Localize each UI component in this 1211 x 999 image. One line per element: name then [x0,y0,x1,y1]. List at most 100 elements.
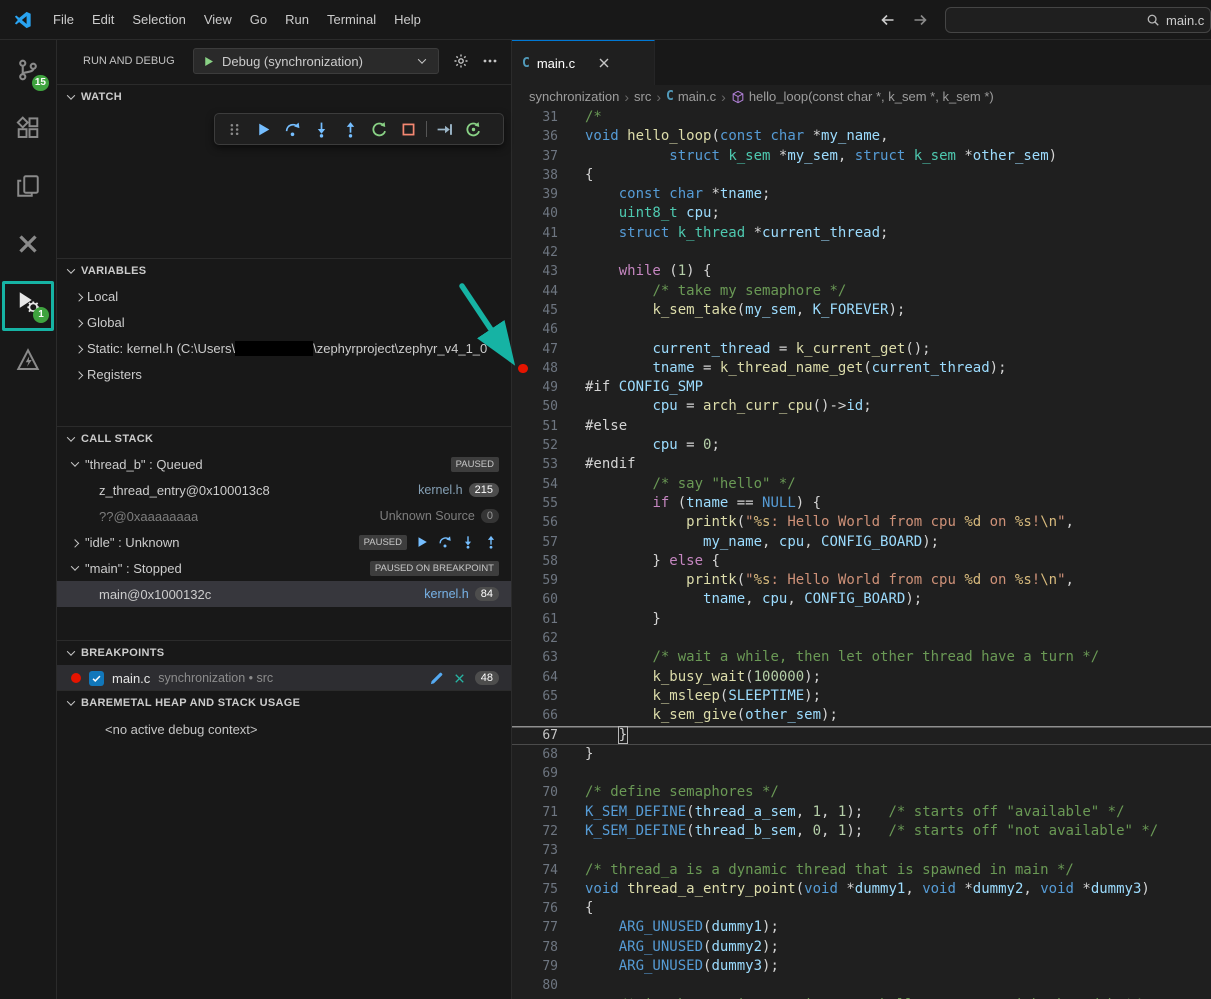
activity-embedded-tools[interactable] [0,335,56,385]
remove-breakpoint-button[interactable] [452,671,467,686]
arrow-right-icon[interactable] [912,12,928,28]
code-line-67[interactable]: 67 } [512,726,1211,745]
code-line-70[interactable]: 70/* define semaphores */ [512,783,1211,802]
activity-source-control[interactable]: 15 [0,45,56,95]
call-stack-frame[interactable]: main@0x1000132ckernel.h84 [57,581,511,607]
call-stack-thread[interactable]: "main" : StoppedPAUSED ON BREAKPOINT [57,555,511,581]
code-line-64[interactable]: 64 k_busy_wait(100000); [512,668,1211,687]
code-line-52[interactable]: 52 cpu = 0; [512,436,1211,455]
breadcrumb-item-4[interactable]: hello_loop(const char *, k_sem *, k_sem … [731,89,994,104]
call-stack-thread[interactable]: "thread_b" : QueuedPAUSED [57,451,511,477]
code-line-31[interactable]: 31/* [512,108,1211,127]
code-line-72[interactable]: 72K_SEM_DEFINE(thread_b_sem, 0, 1); /* s… [512,822,1211,841]
code-line-60[interactable]: 60 tname, cpu, CONFIG_BOARD); [512,590,1211,609]
code-line-75[interactable]: 75void thread_a_entry_point(void *dummy1… [512,880,1211,899]
activity-copy-tool[interactable] [0,161,56,211]
breadcrumb-item-3[interactable]: Cmain.c [666,89,716,104]
step-into-button[interactable] [307,116,336,142]
tab-main-c[interactable]: C main.c [512,40,655,85]
menu-run[interactable]: Run [276,0,318,40]
code-line-37[interactable]: 37 struct k_sem *my_sem, struct k_sem *o… [512,147,1211,166]
code-line-48[interactable]: 48 tname = k_thread_name_get(current_thr… [512,359,1211,378]
debug-config-dropdown[interactable]: Debug (synchronization) [193,48,439,74]
breakpoint-item[interactable]: main.csynchronization • src48 [57,665,511,691]
code-line-79[interactable]: 79 ARG_UNUSED(dummy3); [512,957,1211,976]
code-line-81[interactable]: 81 /* invoke routine to ping-pong hello … [512,996,1211,999]
code-line-47[interactable]: 47 current_thread = k_current_get(); [512,340,1211,359]
breadcrumb-item-2[interactable]: src [634,89,651,104]
command-center[interactable]: main.c [945,7,1211,33]
code-line-36[interactable]: 36void hello_loop(const char *my_name, [512,127,1211,146]
code-line-54[interactable]: 54 /* say "hello" */ [512,475,1211,494]
call-stack-frame[interactable]: z_thread_entry@0x100013c8kernel.h215 [57,477,511,503]
restart-button[interactable] [365,116,394,142]
menu-edit[interactable]: Edit [83,0,123,40]
menu-selection[interactable]: Selection [123,0,194,40]
edit-breakpoint-button[interactable] [429,671,444,686]
stop-button[interactable] [394,116,423,142]
code-line-50[interactable]: 50 cpu = arch_curr_cpu()->id; [512,397,1211,416]
menu-help[interactable]: Help [385,0,430,40]
continue-button[interactable] [413,534,430,551]
breadcrumb-item-1[interactable]: synchronization [529,89,619,104]
step-over-button[interactable] [436,534,453,551]
code-line-45[interactable]: 45 k_sem_take(my_sem, K_FOREVER); [512,301,1211,320]
activity-extensions[interactable] [0,103,56,153]
close-tab-icon[interactable] [596,55,612,71]
code-line-53[interactable]: 53#endif [512,455,1211,474]
variables-item[interactable]: Local [57,283,511,309]
code-line-44[interactable]: 44 /* take my semaphore */ [512,282,1211,301]
call-stack-frame[interactable]: ??@0xaaaaaaaaUnknown Source0 [57,503,511,529]
activity-run-and-debug[interactable]: 1 [0,277,56,327]
menu-go[interactable]: Go [241,0,276,40]
variables-item[interactable]: Global [57,309,511,335]
code-line-73[interactable]: 73 [512,841,1211,860]
code-line-58[interactable]: 58 } else { [512,552,1211,571]
call-stack-thread[interactable]: "idle" : UnknownPAUSED [57,529,511,555]
more-actions-icon[interactable] [482,53,498,69]
code-line-42[interactable]: 42 [512,243,1211,262]
code-line-39[interactable]: 39 const char *tname; [512,185,1211,204]
menu-terminal[interactable]: Terminal [318,0,385,40]
code-line-71[interactable]: 71K_SEM_DEFINE(thread_a_sem, 1, 1); /* s… [512,803,1211,822]
drag-handle-button[interactable] [220,116,249,142]
code-line-55[interactable]: 55 if (tname == NULL) { [512,494,1211,513]
code-line-57[interactable]: 57 my_name, cpu, CONFIG_BOARD); [512,533,1211,552]
step-out-button[interactable] [482,534,499,551]
code-line-43[interactable]: 43 while (1) { [512,262,1211,281]
arrow-left-icon[interactable] [880,12,896,28]
continue-button[interactable] [249,116,278,142]
code-line-40[interactable]: 40 uint8_t cpu; [512,204,1211,223]
goto-address-button[interactable] [430,116,459,142]
code-line-56[interactable]: 56 printk("%s: Hello World from cpu %d o… [512,513,1211,532]
code-line-41[interactable]: 41 struct k_thread *current_thread; [512,224,1211,243]
code-line-59[interactable]: 59 printk("%s: Hello World from cpu %d o… [512,571,1211,590]
baremetal-section-header[interactable]: BAREMETAL HEAP AND STACK USAGE [57,691,511,715]
activity-x-tool[interactable] [0,219,56,269]
code-line-38[interactable]: 38{ [512,166,1211,185]
variables-item[interactable]: Static: kernel.h (C:\Users\\zephyrprojec… [57,335,511,361]
variables-item[interactable]: Registers [57,361,511,387]
code-line-49[interactable]: 49#if CONFIG_SMP [512,378,1211,397]
code-line-61[interactable]: 61 } [512,610,1211,629]
code-line-77[interactable]: 77 ARG_UNUSED(dummy1); [512,918,1211,937]
code-lines[interactable]: 31/*36void hello_loop(const char *my_nam… [512,108,1211,999]
menu-view[interactable]: View [195,0,241,40]
code-line-63[interactable]: 63 /* wait a while, then let other threa… [512,648,1211,667]
code-line-46[interactable]: 46 [512,320,1211,339]
variables-section-header[interactable]: VARIABLES [57,259,511,283]
code-line-76[interactable]: 76{ [512,899,1211,918]
code-line-78[interactable]: 78 ARG_UNUSED(dummy2); [512,938,1211,957]
code-line-68[interactable]: 68} [512,745,1211,764]
watch-section-header[interactable]: WATCH [57,85,511,109]
step-into-button[interactable] [459,534,476,551]
code-line-74[interactable]: 74/* thread_a is a dynamic thread that i… [512,861,1211,880]
code-line-69[interactable]: 69 [512,764,1211,783]
step-out-button[interactable] [336,116,365,142]
code-line-51[interactable]: 51#else [512,417,1211,436]
code-line-62[interactable]: 62 [512,629,1211,648]
menu-file[interactable]: File [44,0,83,40]
breakpoints-section-header[interactable]: BREAKPOINTS [57,641,511,665]
start-debug-icon[interactable] [202,55,215,68]
code-line-80[interactable]: 80 [512,976,1211,995]
